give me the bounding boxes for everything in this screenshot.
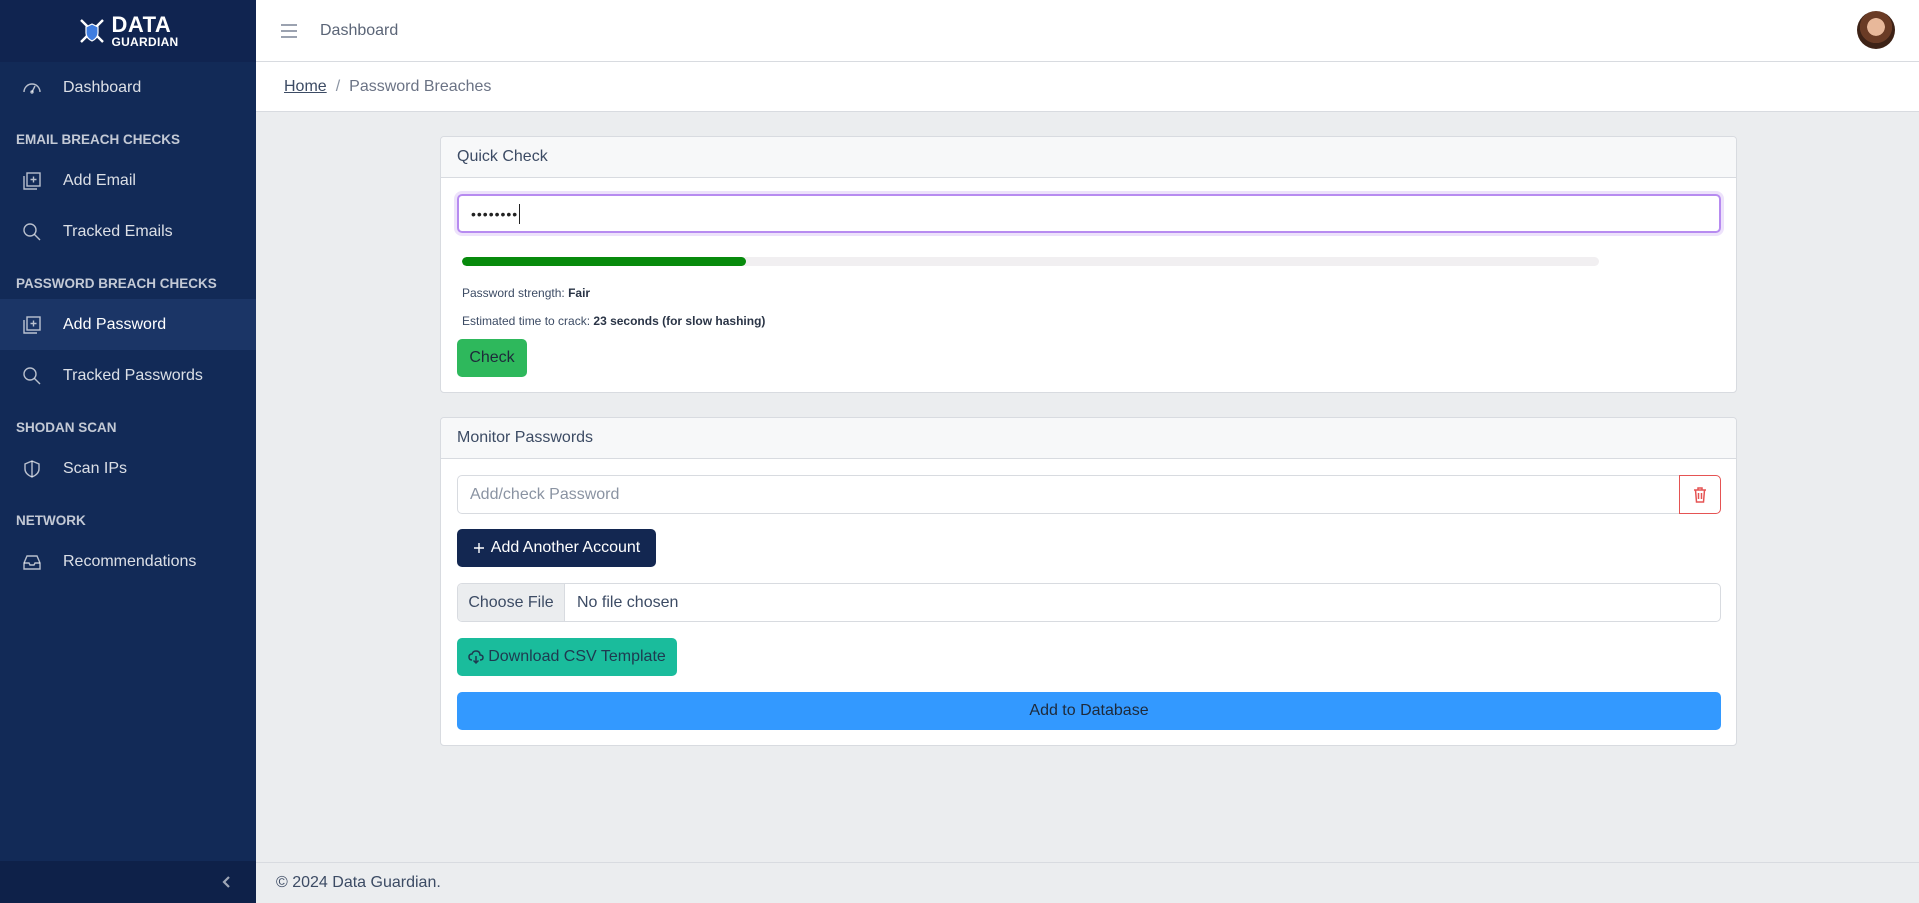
footer-copyright: © 2024 Data Guardian. [276,874,441,891]
quick-check-card: Quick Check •••••••• Password strength: … [440,136,1737,393]
sidebar-section-title: PASSWORD BREACH CHECKS [16,276,217,291]
sidebar-item-tracked-passwords[interactable]: Tracked Passwords [0,350,256,401]
inbox-icon [21,551,43,573]
sidebar-item-label: Scan IPs [63,459,128,477]
download-csv-template-label: Download CSV Template [488,648,666,665]
password-strength-fill [462,257,747,266]
breadcrumb-current: Password Breaches [349,77,492,95]
check-button[interactable]: Check [457,339,527,377]
download-csv-template-button[interactable]: Download CSV Template [457,638,677,676]
text-caret [519,203,521,224]
shield-swords-icon [80,19,105,43]
sidebar-item-add-password[interactable]: Add Password [0,299,256,350]
sidebar: DATA GUARDIAN Dashboard EMAIL BREACH CHE… [0,0,256,903]
sidebar-item-dashboard[interactable]: Dashboard [0,62,256,113]
sidebar-item-label: Add Email [63,171,136,189]
search-icon [21,365,43,387]
sidebar-item-add-email[interactable]: Add Email [0,155,256,206]
footer: © 2024 Data Guardian. [256,862,1919,903]
file-status: No file chosen [577,593,679,611]
shield-icon [21,458,43,480]
library-add-icon [21,314,43,336]
sidebar-collapse-button[interactable] [0,861,256,903]
brand[interactable]: DATA GUARDIAN [0,0,256,62]
breadcrumb-home-link[interactable]: Home [284,78,327,96]
strength-label-prefix: Password strength: [462,286,565,300]
monitor-passwords-card: Monitor Passwords Add Another Account Ch… [440,417,1737,746]
sidebar-section-title: NETWORK [16,513,86,528]
search-icon [21,221,43,243]
sidebar-item-label: Tracked Emails [63,222,173,240]
sidebar-item-label: Add Password [63,315,167,333]
crack-time-value: 23 seconds (for slow hashing) [593,314,766,328]
cloud-download-icon [468,650,484,665]
card-title: Quick Check [441,137,1736,178]
add-to-database-button[interactable]: Add to Database [457,692,1721,730]
sidebar-item-label: Recommendations [63,552,197,570]
password-value: •••••••• [471,205,519,222]
brand-logo: DATA GUARDIAN [77,14,178,48]
add-another-account-button[interactable]: Add Another Account [457,529,656,567]
password-strength-meter [462,257,1599,266]
sidebar-item-tracked-emails[interactable]: Tracked Emails [0,206,256,257]
card-title: Monitor Passwords [441,418,1736,459]
strength-label-value: Fair [568,286,591,300]
sidebar-section-title: EMAIL BREACH CHECKS [16,132,181,147]
top-header: Dashboard [256,0,1919,62]
password-strength-text: Password strength: Fair [462,286,590,300]
sidebar-section-title: SHODAN SCAN [16,420,117,435]
header-link-dashboard[interactable]: Dashboard [320,22,398,40]
breadcrumb: Home / Password Breaches [256,62,1919,112]
add-password-input[interactable] [457,475,1680,514]
sidebar-item-recommendations[interactable]: Recommendations [0,536,256,587]
choose-file-button[interactable]: Choose File [458,584,565,621]
plus-icon [473,543,484,553]
library-add-icon [21,170,43,192]
menu-toggle-button[interactable] [280,21,300,41]
sidebar-item-label: Tracked Passwords [63,366,203,384]
avatar[interactable] [1857,11,1895,49]
brand-logo-main: DATA [111,12,172,37]
sidebar-item-scan-ips[interactable]: Scan IPs [0,443,256,494]
sidebar-item-label: Dashboard [63,78,142,96]
add-another-account-label: Add Another Account [490,539,641,556]
breadcrumb-separator: / [335,77,341,95]
speedometer-icon [21,77,43,99]
brand-logo-sub: GUARDIAN [111,35,179,49]
crack-time-text: Estimated time to crack: 23 seconds (for… [462,314,765,328]
chevron-left-icon [222,876,230,888]
csv-file-input[interactable]: Choose File No file chosen [457,583,1721,622]
delete-password-button[interactable] [1679,475,1721,514]
quick-check-password-input[interactable]: •••••••• [457,194,1721,233]
crack-label-prefix: Estimated time to crack: [462,314,591,328]
trash-icon [1694,486,1706,503]
hamburger-icon [281,23,297,38]
